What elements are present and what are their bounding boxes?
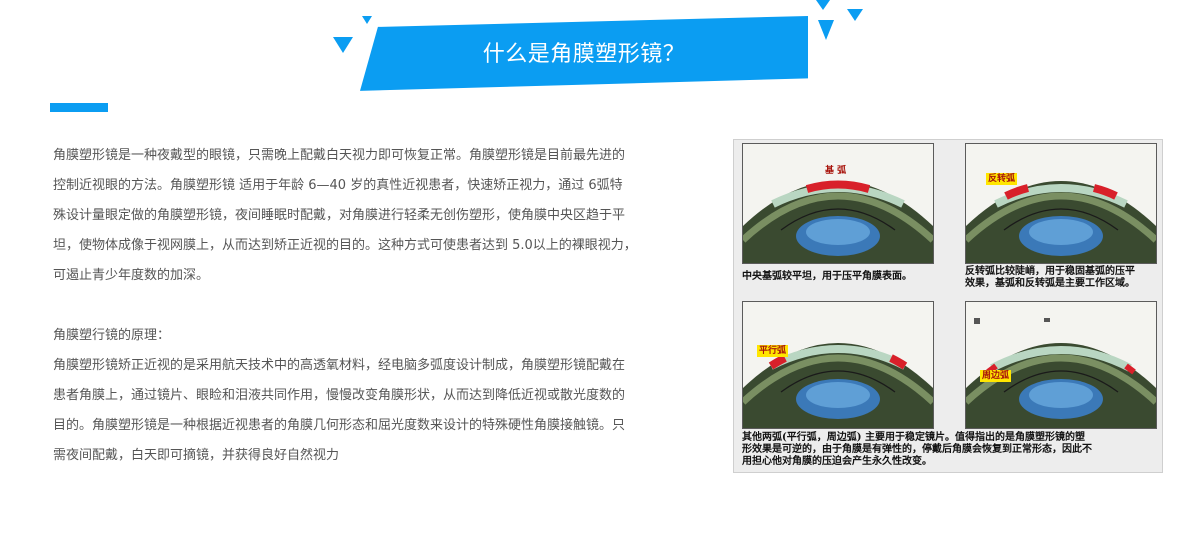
principle-line: 目的。角膜塑形镜是一种根据近视患者的角膜几何形态和屈光度数来设计的特殊硬性角膜接… bbox=[53, 418, 626, 433]
label-edge-arc: 周边弧 bbox=[980, 370, 1012, 382]
diagram-panel-reverse-arc: 反转弧 bbox=[965, 143, 1157, 264]
page-title: 什么是角膜塑形镜？ bbox=[482, 42, 686, 67]
principle-line: 患者角膜上，通过镜片、眼睑和泪液共同作用，慢慢改变角膜形状，从而达到降低近视或散… bbox=[53, 388, 626, 403]
intro-line: 控制近视眼的方法。角膜塑形镜 适用于年龄 6—40 岁的真性近视患者，快速矫正视… bbox=[53, 178, 623, 193]
caption-top-left: 中央基弧较平坦，用于压平角膜表面。 bbox=[742, 271, 912, 282]
article-body: 角膜塑形镜是一种夜戴型的眼镜，只需晚上配戴白天视力即可恢复正常。角膜塑形镜是目前… bbox=[53, 141, 683, 471]
intro-line: 殊设计量眼定做的角膜塑形镜，夜间睡眠时配戴，对角膜进行轻柔无创伤塑形，使角膜中央… bbox=[53, 208, 626, 223]
intro-line: 坦，使物体成像于视网膜上，从而达到矫正近视的目的。这种方式可使患者达到 5.0以… bbox=[53, 238, 637, 253]
decor-triangle bbox=[333, 37, 353, 53]
diagram-panel-base-arc: 基 弧 bbox=[742, 143, 934, 264]
principle-line: 角膜塑形镜矫正近视的是采用航天技术中的高透氧材料，经电脑多弧度设计制成，角膜塑形… bbox=[53, 358, 626, 373]
decor-triangle bbox=[818, 20, 834, 40]
intro-line: 可遏止青少年度数的加深。 bbox=[53, 268, 210, 283]
principle-heading: 角膜塑行镜的原理： bbox=[53, 328, 171, 343]
intro-line: 角膜塑形镜是一种夜戴型的眼镜，只需晚上配戴白天视力即可恢复正常。角膜塑形镜是目前… bbox=[53, 148, 626, 163]
caption-top-right: 反转弧比较陡峭，用于稳固基弧的压平 效果，基弧和反转弧是主要工作区域。 bbox=[965, 266, 1135, 289]
accent-bar bbox=[50, 103, 108, 112]
label-reverse-arc: 反转弧 bbox=[986, 173, 1018, 185]
decor-triangle bbox=[362, 16, 372, 24]
diagram-panel-edge-arc: 周边弧 bbox=[965, 301, 1157, 429]
diagram-panel-parallel-arc: 平行弧 bbox=[742, 301, 934, 429]
decor-triangle bbox=[847, 9, 863, 21]
lens-diagram-figure: 基 弧 反转弧 中央基弧较平坦，用于压平角膜表面。 反转弧比较陡峭，用于稳固基弧… bbox=[733, 139, 1163, 473]
caption-bottom: 其他两弧(平行弧，周边弧) 主要用于稳定镜片。值得指出的是角膜塑形镜的塑 形效果… bbox=[742, 432, 1092, 467]
label-base-arc: 基 弧 bbox=[825, 166, 847, 176]
decor-triangle bbox=[816, 0, 830, 10]
label-parallel-arc: 平行弧 bbox=[757, 345, 789, 357]
principle-line: 需夜间配戴，白天即可摘镜，并获得良好自然视力 bbox=[53, 448, 340, 463]
